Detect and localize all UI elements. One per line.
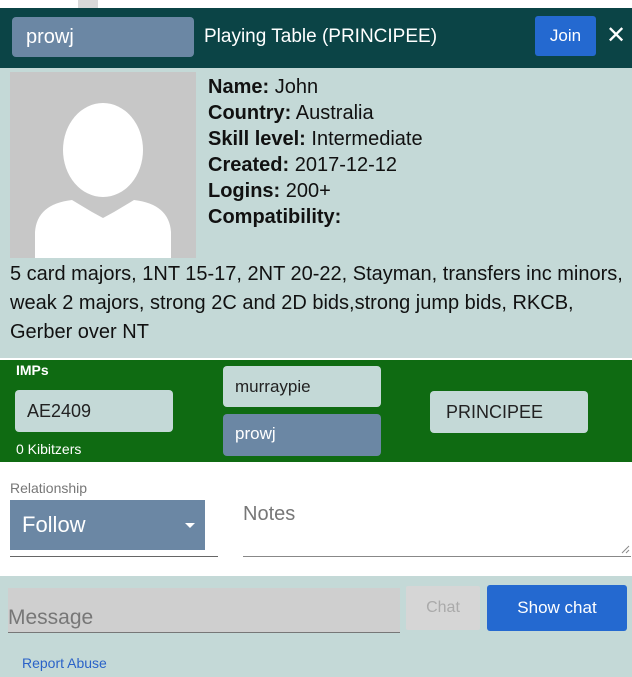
seat-south[interactable]: prowj <box>223 414 381 456</box>
profile-panel: Name: John Country: Australia Skill leve… <box>0 68 632 358</box>
compatibility-label: Compatibility: <box>208 206 342 228</box>
seat-north[interactable]: murraypie <box>223 366 381 407</box>
chat-button[interactable]: Chat <box>406 586 480 630</box>
relationship-label: Relationship <box>10 480 88 496</box>
username-pill[interactable]: prowj <box>12 17 194 57</box>
user-silhouette-icon <box>35 103 171 258</box>
resize-handle-icon[interactable] <box>620 544 630 554</box>
table-area: IMPs AE2409 murraypie prowj PRINCIPEE 0 … <box>0 360 632 462</box>
chevron-down-icon <box>185 523 195 528</box>
country-value: Australia <box>295 102 374 124</box>
report-abuse-link[interactable]: Report Abuse <box>22 655 107 671</box>
close-icon[interactable]: ✕ <box>606 16 626 56</box>
created-label: Created: <box>208 154 290 176</box>
scoring-label: IMPs <box>16 362 49 378</box>
logins-value: 200+ <box>285 180 331 202</box>
profile-info: Name: John Country: Australia Skill leve… <box>208 74 423 230</box>
name-value: John <box>274 76 319 98</box>
notes-field[interactable]: Notes <box>243 503 295 526</box>
name-label: Name: <box>208 76 270 98</box>
show-chat-button[interactable]: Show chat <box>487 585 627 631</box>
header-bar: prowj Playing Table (PRINCIPEE) Join ✕ <box>0 8 632 68</box>
logins-label: Logins: <box>208 180 281 202</box>
avatar <box>10 72 196 258</box>
seat-west[interactable]: AE2409 <box>15 390 173 432</box>
created-value: 2017-12-12 <box>294 154 398 176</box>
kibitzer-count[interactable]: 0 Kibitzers <box>16 441 81 457</box>
skill-value: Intermediate <box>311 128 423 150</box>
table-title: Playing Table (PRINCIPEE) <box>204 26 438 47</box>
relationship-select[interactable]: Follow <box>10 500 205 550</box>
seat-east[interactable]: PRINCIPEE <box>430 391 588 433</box>
message-underline <box>8 632 400 633</box>
notes-underline <box>243 556 631 557</box>
join-button[interactable]: Join <box>535 16 596 56</box>
relationship-underline <box>10 556 218 557</box>
compatibility-text: 5 card majors, 1NT 15-17, 2NT 20-22, Sta… <box>10 263 623 343</box>
skill-label: Skill level: <box>208 128 306 150</box>
message-input[interactable]: Message <box>8 606 93 630</box>
country-label: Country: <box>208 102 292 124</box>
chat-bar: Message Chat Show chat Report Abuse <box>0 576 632 677</box>
